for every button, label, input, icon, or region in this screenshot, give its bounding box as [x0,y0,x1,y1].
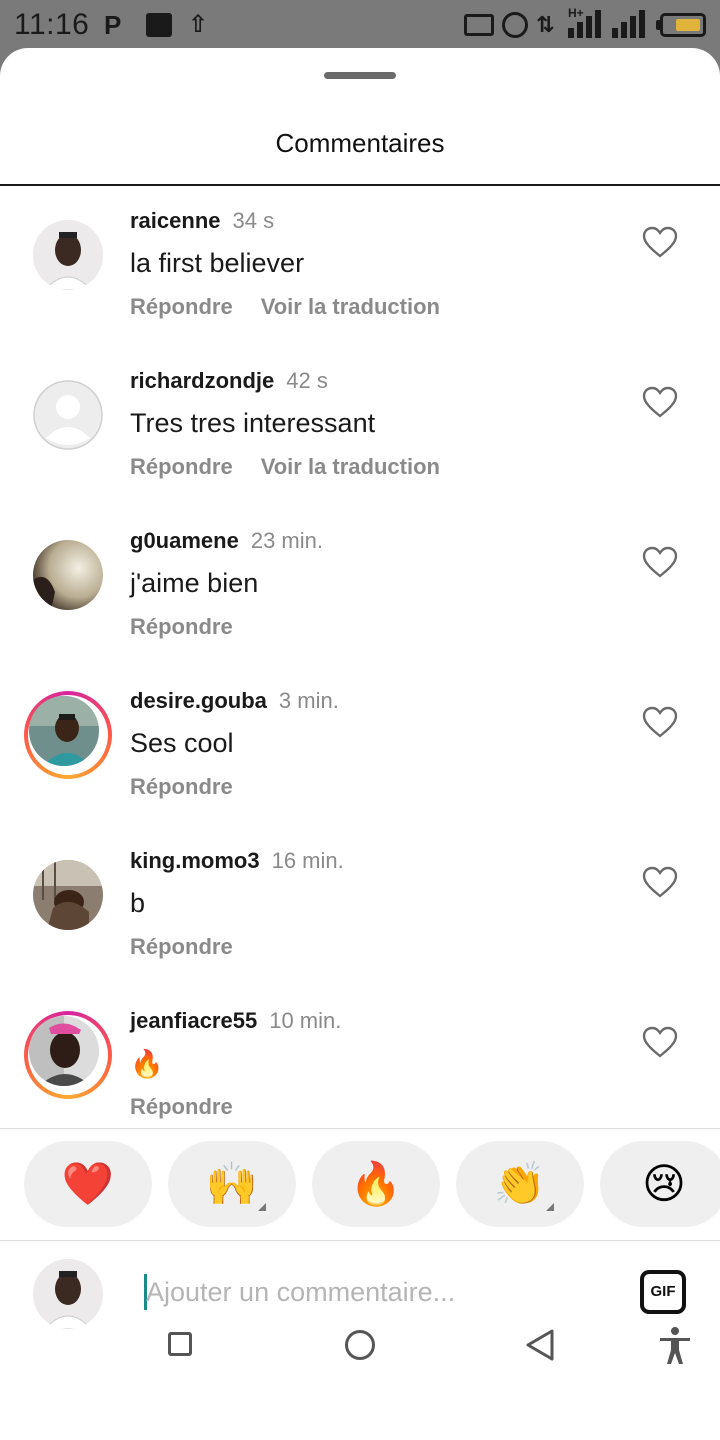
divider [0,1128,720,1129]
reaction-raised-hands-button[interactable]: 🙌 [168,1141,296,1227]
comment-item: desire.gouba 3 min. Ses cool Répondre [0,666,720,826]
translate-button[interactable]: Voir la traduction [261,454,440,479]
signal-icon [612,10,648,38]
comment-time: 23 min. [250,528,323,553]
reply-button[interactable]: Répondre [130,774,233,799]
comment-text: b [130,888,146,918]
comment-time: 10 min. [269,1008,342,1033]
avatar[interactable] [29,696,99,766]
reply-button[interactable]: Répondre [130,614,233,639]
gif-icon[interactable]: GIF [640,1270,686,1314]
sheet-title: Commentaires [275,128,445,158]
comment-actions: Répondre [130,774,261,800]
comment-username[interactable]: king.momo3 16 min. [130,848,344,874]
heart-outline-icon[interactable] [642,706,678,738]
reaction-fire-button[interactable]: 🔥 [312,1141,440,1227]
translate-button[interactable]: Voir la traduction [261,294,440,319]
comment-text: la first believer [130,248,305,278]
story-ring[interactable] [24,691,112,779]
comment-time: 42 s [286,368,328,393]
reaction-clap-button[interactable]: 👏 [456,1141,584,1227]
divider [0,1240,720,1241]
back-icon[interactable] [524,1328,556,1362]
comment-text: 🔥 [130,1049,164,1079]
avatar[interactable] [29,1016,99,1086]
comment-item: g0uamene 23 min. j'aime bien Répondre [0,506,720,666]
status-bar: 11:16 P ⇧ ⇅ H+ [0,0,720,50]
recents-icon[interactable] [168,1332,192,1356]
cast-icon [464,14,494,36]
reaction-heart-button[interactable]: ❤️ [24,1141,152,1227]
reply-button[interactable]: Répondre [130,934,233,959]
comment-item: king.momo3 16 min. b Répondre [0,826,720,986]
alarm-icon [502,12,528,38]
wallet-app-icon [146,13,172,37]
heart-outline-icon[interactable] [642,1026,678,1058]
skin-tone-indicator [546,1203,554,1211]
reply-button[interactable]: Répondre [130,1094,233,1119]
comment-text: Tres tres interessant [130,408,376,438]
heart-outline-icon[interactable] [642,546,678,578]
comment-text: j'aime bien [130,568,259,598]
accessibility-icon[interactable] [658,1326,692,1366]
drag-handle[interactable] [324,72,396,79]
comment-item: jeanfiacre55 10 min. 🔥 Répondre [0,986,720,1146]
avatar[interactable] [33,540,103,610]
story-ring[interactable] [24,1011,112,1099]
crying-face-emoji: 😢 [642,1160,686,1207]
heart-outline-icon[interactable] [642,866,678,898]
comment-username[interactable]: raicenne 34 s [130,208,274,234]
comments-sheet: Commentaires raicenne 34 s la first belie… [0,48,720,1440]
comment-username[interactable]: richardzondje 42 s [130,368,328,394]
battery-icon [660,13,706,37]
upload-icon: ⇧ [188,11,209,38]
comment-input[interactable] [146,1270,606,1314]
avatar[interactable] [33,860,103,930]
comment-actions: Répondre Voir la traduction [130,294,468,320]
comment-username[interactable]: g0uamene 23 min. [130,528,323,554]
skin-tone-indicator [258,1203,266,1211]
clapping-hands-emoji: 👏 [493,1160,547,1207]
comment-actions: Répondre [130,934,261,960]
fire-emoji: 🔥 [349,1160,403,1207]
comment-item: richardzondje 42 s Tres tres interessant … [0,346,720,506]
heart-outline-icon[interactable] [642,226,678,258]
data-transfer-icon: ⇅ [536,12,555,37]
red-heart-emoji: ❤️ [61,1160,115,1207]
signal-icon [568,10,604,38]
comment-time: 3 min. [278,688,339,713]
avatar[interactable] [33,380,103,450]
battery-level [676,19,700,31]
comment-text: Ses cool [130,728,234,758]
avatar[interactable] [33,220,103,290]
comment-actions: Répondre Voir la traduction [130,454,468,480]
comment-actions: Répondre [130,1094,261,1120]
comment-time: 16 min. [271,848,344,873]
home-icon[interactable] [345,1330,375,1360]
comment-time: 34 s [232,208,275,233]
reaction-crying-button[interactable]: 😢 [600,1141,720,1227]
comment-item: raicenne 34 s la first believer Répondre V… [0,186,720,346]
comment-username[interactable]: desire.gouba 3 min. [130,688,339,714]
heart-outline-icon[interactable] [642,386,678,418]
current-user-avatar [33,1259,103,1329]
comment-username[interactable]: jeanfiacre55 10 min. [130,1008,341,1034]
reply-button[interactable]: Répondre [130,454,233,479]
raised-hands-emoji: 🙌 [205,1160,259,1207]
comment-actions: Répondre [130,614,261,640]
parking-app-icon: P [104,10,122,40]
status-time: 11:16 [14,8,90,41]
reply-button[interactable]: Répondre [130,294,233,319]
